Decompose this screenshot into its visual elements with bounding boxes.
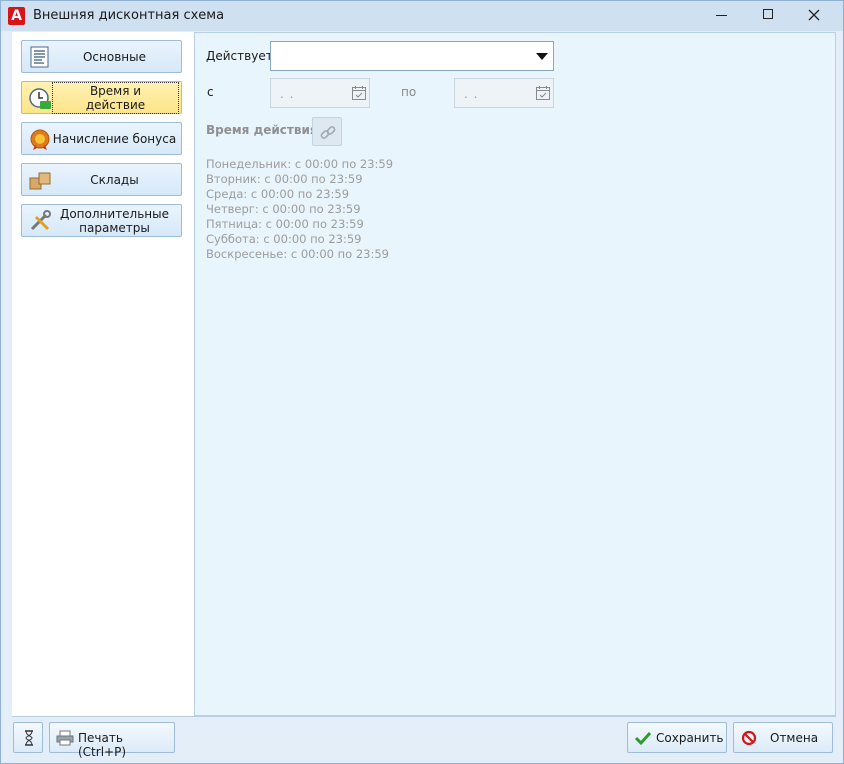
boxes-icon: [29, 172, 51, 190]
calendar-icon[interactable]: [351, 85, 367, 101]
nav-item-label: Время и действие: [52, 81, 179, 114]
active-label: Действует: [206, 49, 273, 63]
minimize-button[interactable]: [699, 1, 745, 31]
tools-icon: [30, 210, 51, 231]
bonus-badge-icon: [30, 129, 50, 150]
schedule-item: Пятница: с 00:00 по 23:59: [206, 217, 364, 231]
cancel-button[interactable]: Отмена: [733, 722, 833, 753]
save-button[interactable]: Сохранить: [627, 722, 727, 753]
app-logo-icon: A: [8, 7, 25, 25]
cancel-button-label: Отмена: [770, 731, 819, 745]
active-select[interactable]: [270, 41, 554, 71]
schedule-item: Среда: с 00:00 по 23:59: [206, 187, 350, 201]
date-from-input[interactable]: . .: [270, 78, 370, 108]
maximize-button[interactable]: [745, 1, 791, 31]
nav-item-warehouses[interactable]: Склады: [21, 163, 182, 196]
nav-panel: Основные Время и действие Начисление бон…: [12, 32, 194, 716]
schedule-item: Вторник: с 00:00 по 23:59: [206, 172, 363, 186]
date-to-label: по: [401, 85, 417, 99]
dialog-window: A Внешняя дисконтная схема Основные Врем…: [0, 0, 844, 764]
nav-item-label: Склады: [90, 172, 139, 187]
title-bar[interactable]: A Внешняя дисконтная схема: [1, 1, 843, 31]
maximize-icon: [763, 9, 773, 19]
minimize-icon: [716, 15, 727, 16]
cancel-icon: [741, 730, 757, 746]
content-panel: Действует с . . по . . Время действия По…: [194, 32, 836, 716]
print-button-label: Печать (Ctrl+P): [78, 731, 127, 759]
link-chain-icon: [320, 126, 336, 139]
date-to-input[interactable]: . .: [454, 78, 554, 108]
schedule-list: Понедельник: с 00:00 по 23:59 Вторник: с…: [206, 157, 393, 262]
close-button[interactable]: [791, 1, 837, 31]
chevron-down-icon[interactable]: [536, 53, 548, 60]
save-button-label: Сохранить: [656, 731, 724, 745]
date-from-value: . .: [280, 87, 295, 101]
nav-item-label: Дополнительные параметры: [59, 206, 170, 235]
footer-divider: [12, 716, 836, 717]
nav-item-extra-params[interactable]: Дополнительные параметры: [21, 204, 182, 237]
checkmark-icon: [634, 731, 652, 746]
close-icon: [808, 9, 820, 21]
calendar-icon[interactable]: [535, 85, 551, 101]
document-list-icon: [30, 46, 49, 68]
nav-item-label: Основные: [82, 49, 146, 64]
print-button[interactable]: Печать (Ctrl+P): [49, 722, 175, 759]
history-button[interactable]: [13, 722, 43, 753]
nav-item-time-and-action[interactable]: Время и действие: [21, 81, 182, 114]
nav-item-main[interactable]: Основные: [21, 40, 182, 73]
schedule-title: Время действия: [206, 123, 318, 137]
schedule-item: Четверг: с 00:00 по 23:59: [206, 202, 361, 216]
schedule-item: Суббота: с 00:00 по 23:59: [206, 232, 362, 246]
date-to-value: . .: [464, 87, 479, 101]
printer-icon: [56, 730, 74, 746]
window-title: Внешняя дисконтная схема: [33, 8, 225, 23]
schedule-item: Воскресенье: с 00:00 по 23:59: [206, 247, 389, 261]
nav-item-bonus[interactable]: Начисление бонуса: [21, 122, 182, 155]
schedule-item: Понедельник: с 00:00 по 23:59: [206, 157, 394, 171]
schedule-edit-button[interactable]: [312, 117, 342, 146]
clock-icon: [29, 88, 51, 109]
date-from-label: с: [207, 85, 214, 99]
hourglass-icon: [25, 730, 33, 746]
nav-item-label: Начисление бонуса: [52, 131, 177, 146]
